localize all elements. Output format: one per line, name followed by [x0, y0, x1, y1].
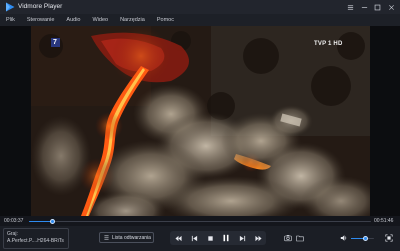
volume-button[interactable]	[339, 233, 349, 243]
step-forward-icon	[239, 235, 245, 241]
seek-bar-fill	[29, 220, 53, 222]
open-folder-button[interactable]	[295, 233, 305, 243]
video-frame: 7 TVP 1 HD	[0, 26, 400, 216]
channel-logo: TVP 1 HD	[314, 41, 343, 47]
stop-icon	[207, 235, 213, 241]
hamburger-icon	[347, 4, 353, 10]
channel-badge-number: 7	[53, 39, 57, 46]
folder-icon	[296, 235, 304, 242]
video-frame-image	[31, 26, 370, 216]
rewind-button[interactable]	[172, 232, 184, 244]
transport-controls	[170, 231, 266, 245]
app-logo-icon	[6, 2, 15, 12]
volume-slider-handle[interactable]	[362, 235, 368, 241]
menu-icon[interactable]	[344, 1, 356, 13]
title-bar: Vidmore Player	[0, 0, 400, 14]
volume-icon	[340, 235, 347, 241]
menu-bar: Plik Sterowanie Audio Wideo Narzędzia Po…	[0, 14, 400, 26]
playlist-icon	[104, 235, 109, 240]
fast-forward-icon	[254, 235, 262, 241]
menu-help[interactable]: Pomoc	[157, 14, 174, 26]
close-button[interactable]	[385, 1, 397, 13]
menu-file[interactable]: Plik	[6, 14, 15, 26]
step-forward-button[interactable]	[236, 232, 248, 244]
camera-icon	[284, 235, 292, 242]
playlist-label: Lista odtwarzania	[112, 234, 151, 241]
now-playing-box: Graj: A.Perfect.P....H264-BRiTs	[3, 228, 69, 249]
total-time: 00:51:46	[374, 218, 394, 224]
minimize-icon	[361, 6, 367, 8]
menu-video[interactable]: Wideo	[92, 14, 108, 26]
playlist-button[interactable]: Lista odtwarzania	[99, 232, 154, 243]
seek-bar-handle[interactable]	[50, 218, 56, 224]
seek-row: 00:03:37 00:51:46	[0, 216, 400, 226]
fullscreen-button[interactable]	[384, 233, 394, 243]
menu-audio[interactable]: Audio	[66, 14, 80, 26]
snapshot-button[interactable]	[283, 233, 293, 243]
elapsed-time: 00:03:37	[4, 218, 24, 224]
app-title: Vidmore Player	[18, 3, 63, 10]
fullscreen-icon	[385, 234, 393, 242]
rewind-icon	[174, 235, 182, 241]
video-display[interactable]: 7 TVP 1 HD	[31, 26, 370, 216]
volume-slider[interactable]	[351, 235, 374, 241]
now-playing-label: Graj:	[7, 231, 18, 237]
minimize-button[interactable]	[358, 1, 370, 13]
close-icon	[388, 4, 394, 10]
control-bar: Graj: A.Perfect.P....H264-BRiTs Lista od…	[0, 226, 400, 251]
menu-controls[interactable]: Sterowanie	[27, 14, 55, 26]
maximize-icon	[374, 4, 380, 10]
pause-button[interactable]	[220, 232, 232, 244]
now-playing-file: A.Perfect.P....H264-BRiTs	[7, 238, 64, 244]
pause-icon	[223, 234, 229, 242]
fast-forward-button[interactable]	[252, 232, 264, 244]
menu-tools[interactable]: Narzędzia	[120, 14, 145, 26]
step-back-icon	[191, 235, 197, 241]
seek-bar[interactable]	[29, 218, 371, 224]
maximize-button[interactable]	[371, 1, 383, 13]
stop-button[interactable]	[204, 232, 216, 244]
step-back-button[interactable]	[188, 232, 200, 244]
